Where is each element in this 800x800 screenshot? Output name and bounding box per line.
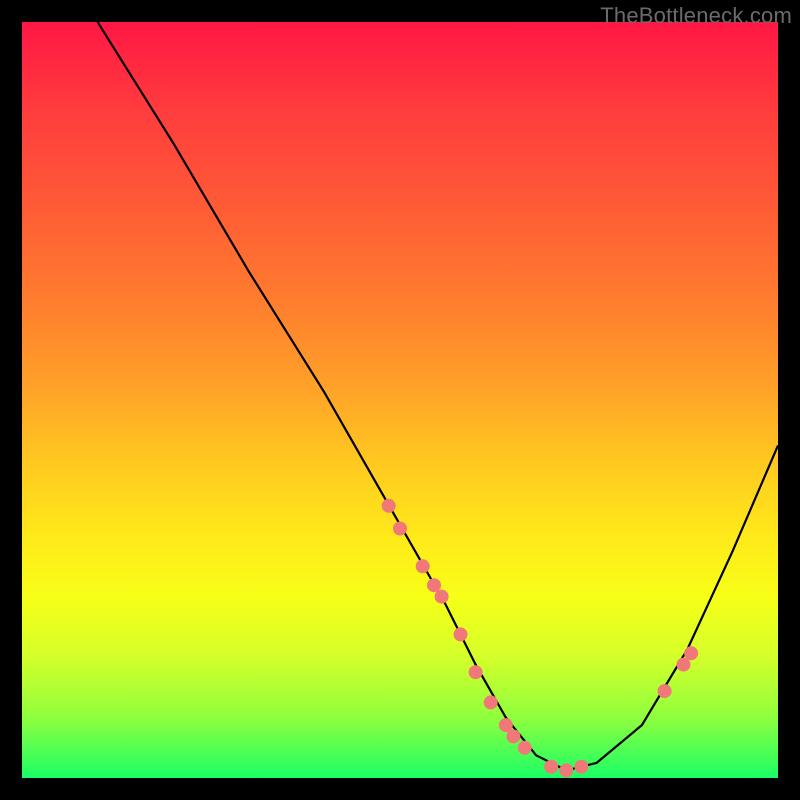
data-marker bbox=[454, 627, 468, 641]
data-marker bbox=[416, 559, 430, 573]
line-curve bbox=[98, 22, 778, 770]
attribution-label: TheBottleneck.com bbox=[600, 3, 792, 29]
marker-group bbox=[382, 499, 698, 778]
chart-frame bbox=[22, 22, 778, 778]
data-marker bbox=[544, 760, 558, 774]
data-marker bbox=[435, 590, 449, 604]
data-marker bbox=[574, 760, 588, 774]
data-marker bbox=[427, 578, 441, 592]
data-marker bbox=[658, 684, 672, 698]
data-marker bbox=[393, 522, 407, 536]
data-marker bbox=[382, 499, 396, 513]
data-marker bbox=[484, 695, 498, 709]
data-marker bbox=[469, 665, 483, 679]
data-marker bbox=[559, 763, 573, 777]
data-marker bbox=[684, 646, 698, 660]
chart-svg bbox=[22, 22, 778, 778]
data-marker bbox=[506, 729, 520, 743]
data-marker bbox=[518, 741, 532, 755]
